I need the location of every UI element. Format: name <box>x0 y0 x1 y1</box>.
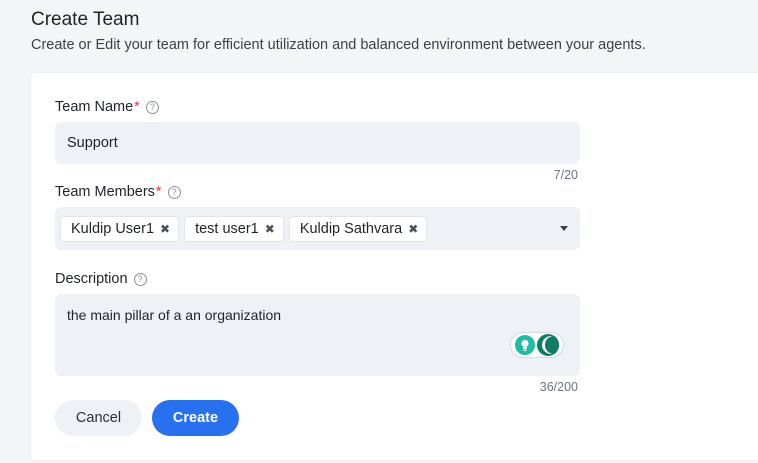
assistant-icon[interactable] <box>537 334 559 356</box>
required-mark: * <box>134 99 140 115</box>
team-members-select[interactable]: Kuldip User1 ✖ test user1 ✖ Kuldip Sathv… <box>55 207 580 250</box>
description-value: the main pillar of a an organization <box>67 307 282 323</box>
team-members-label-text: Team Members <box>55 184 155 200</box>
required-mark: * <box>155 184 162 200</box>
help-icon[interactable]: ? <box>133 272 147 286</box>
member-chip-label: test user1 <box>195 220 259 237</box>
team-name-label: Team Name * ? <box>55 99 159 115</box>
member-chip: test user1 ✖ <box>184 215 284 242</box>
team-members-label: Team Members * ? <box>55 184 181 200</box>
lightbulb-icon[interactable] <box>515 335 535 355</box>
team-name-value: Support <box>67 135 118 151</box>
create-button[interactable]: Create <box>152 400 239 436</box>
member-chip: Kuldip Sathvara ✖ <box>288 215 428 242</box>
page-subtitle: Create or Edit your team for efficient u… <box>31 37 646 53</box>
description-label: Description ? <box>55 271 147 287</box>
description-label-text: Description <box>55 271 128 287</box>
team-name-label-text: Team Name <box>55 99 134 115</box>
team-name-input[interactable]: Support <box>55 122 580 164</box>
remove-chip-icon[interactable]: ✖ <box>265 222 275 236</box>
help-icon[interactable]: ? <box>145 100 159 114</box>
member-chip-label: Kuldip Sathvara <box>299 220 403 237</box>
caret-down-icon[interactable] <box>560 226 568 231</box>
remove-chip-icon[interactable]: ✖ <box>160 222 170 236</box>
ai-assist-widget[interactable] <box>510 332 564 358</box>
team-name-counter: 7/20 <box>553 168 578 182</box>
create-team-form-card: Team Name * ? Support 7/20 Team Members … <box>31 73 758 460</box>
help-icon[interactable]: ? <box>167 185 181 199</box>
page-title: Create Team <box>31 9 140 30</box>
description-counter: 36/200 <box>539 380 578 394</box>
cancel-button[interactable]: Cancel <box>55 400 142 436</box>
member-chip-label: Kuldip User1 <box>71 220 155 237</box>
member-chip: Kuldip User1 ✖ <box>60 215 180 242</box>
description-textarea[interactable]: the main pillar of a an organization <box>55 294 580 376</box>
remove-chip-icon[interactable]: ✖ <box>408 222 418 236</box>
